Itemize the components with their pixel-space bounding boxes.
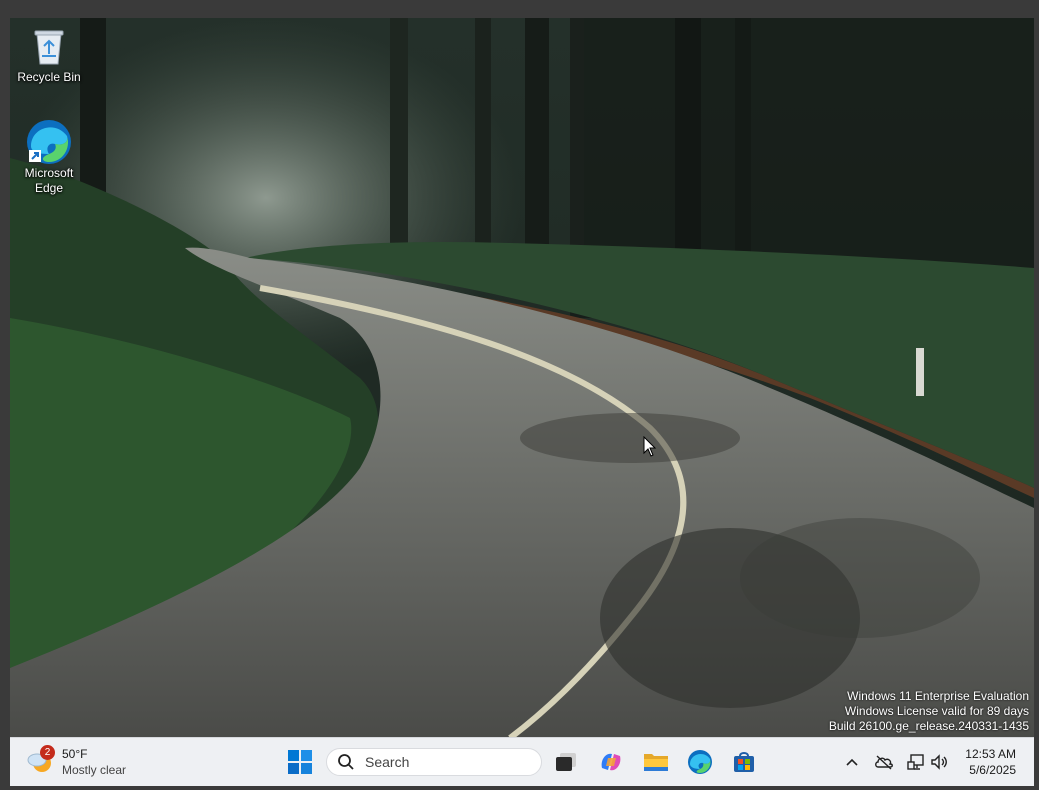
watermark-line: Windows License valid for 89 days [844, 704, 1029, 718]
search-icon [338, 754, 354, 770]
taskbar-search-box[interactable] [326, 748, 542, 776]
clock-date: 5/6/2025 [969, 763, 1016, 777]
network-button[interactable] [904, 746, 928, 778]
edge-taskbar-button[interactable] [684, 746, 716, 778]
watermark-line: Windows 11 Enterprise Evaluation [847, 689, 1029, 703]
search-input[interactable] [363, 753, 527, 771]
edge-icon [688, 750, 712, 774]
desktop-wallpaper [10, 18, 1034, 738]
windows-evaluation-watermark: Windows 11 Enterprise Evaluation Windows… [829, 689, 1029, 734]
volume-icon [931, 754, 947, 770]
folder-icon [644, 754, 668, 771]
task-view-icon [556, 753, 576, 771]
chevron-up-icon [846, 758, 858, 766]
desktop-icon-edge[interactable]: Microsoft Edge [10, 120, 88, 196]
desktop-screen: Recycle Bin Microsoft Edge Windows 11 En… [10, 18, 1034, 786]
weather-temperature: 50°F [62, 747, 88, 761]
copilot-button[interactable] [595, 746, 627, 778]
watermark-line: Build 26100.ge_release.240331-1435 [828, 719, 1029, 733]
edge-icon [27, 120, 71, 164]
task-view-button[interactable] [550, 746, 582, 778]
onedrive-offline-icon [875, 755, 893, 770]
onedrive-button[interactable] [872, 746, 896, 778]
desktop-icon-label: Microsoft Edge [24, 166, 74, 195]
windows-start-icon [288, 750, 312, 774]
store-icon [734, 752, 754, 772]
store-button[interactable] [728, 746, 760, 778]
desktop-icon-label: Recycle Bin [17, 70, 81, 84]
recycle-bin-icon [29, 26, 69, 66]
weather-condition: Mostly clear [62, 763, 127, 777]
system-clock[interactable]: 12:53 AM 5/6/2025 [965, 746, 1016, 778]
weather-cloud-sun-icon: 2 [26, 745, 56, 777]
network-icon [907, 754, 924, 770]
weather-widget[interactable]: 2 50°F Mostly clear [26, 744, 126, 780]
file-explorer-button[interactable] [640, 746, 672, 778]
taskbar: 2 50°F Mostly clear Search 12:53 AM 5/6/… [10, 737, 1034, 786]
show-hidden-icons-button[interactable] [840, 746, 864, 778]
volume-button[interactable] [928, 746, 952, 778]
desktop-icon-recycle-bin[interactable]: Recycle Bin [10, 26, 88, 85]
start-button[interactable] [284, 746, 316, 778]
weather-notification-badge: 2 [40, 745, 55, 760]
copilot-icon [601, 753, 621, 771]
clock-time: 12:53 AM [965, 747, 1016, 761]
mouse-cursor-icon [643, 436, 657, 457]
